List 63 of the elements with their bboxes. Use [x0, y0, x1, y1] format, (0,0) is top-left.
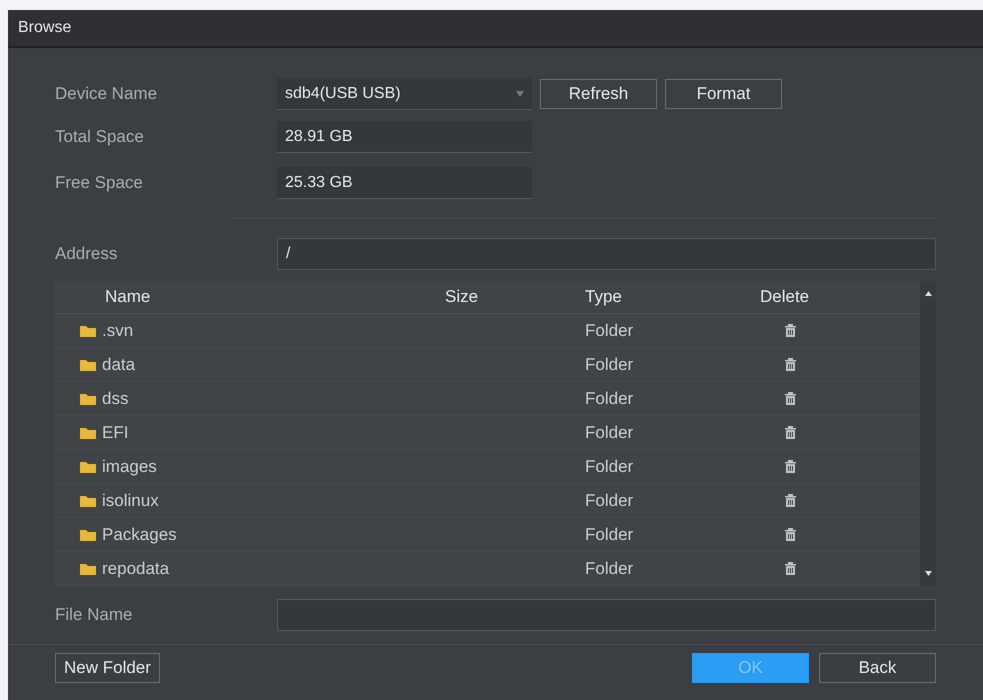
field-label: Free Space [55, 172, 144, 194]
table-row[interactable]: repodata Folder [55, 552, 920, 586]
table-row[interactable]: EFI Folder [55, 416, 920, 450]
folder-icon [80, 392, 96, 404]
trash-icon[interactable] [785, 324, 796, 337]
file-name: isolinux [102, 490, 159, 512]
scroll-down-icon[interactable] [924, 571, 932, 576]
folder-icon [80, 460, 96, 472]
folder-icon [80, 358, 96, 370]
table-row[interactable]: dss Folder [55, 382, 920, 416]
dialog-button[interactable]: New Folder [55, 653, 160, 683]
file-type: Folder [585, 354, 634, 376]
device-button[interactable]: Format [665, 79, 782, 109]
trash-icon[interactable] [785, 358, 796, 371]
field-label: Address [55, 243, 118, 266]
file-name: EFI [102, 422, 128, 444]
window-title: Browse [18, 18, 72, 38]
field-label: Total Space [55, 126, 145, 148]
trash-icon[interactable] [785, 528, 796, 541]
table-row[interactable]: .svn Folder [55, 314, 920, 348]
file-type: Folder [585, 524, 634, 546]
column-header[interactable]: Type [585, 284, 740, 310]
file-name: dss [102, 388, 128, 410]
column-header[interactable]: Delete [740, 284, 920, 310]
scroll-up-icon[interactable] [924, 291, 932, 296]
file-type: Folder [585, 456, 634, 478]
file-name: data [102, 354, 136, 376]
folder-icon [80, 528, 96, 540]
table-row[interactable]: data Folder [55, 348, 920, 382]
caret-icon [516, 90, 524, 96]
field-label: Device Name [55, 83, 158, 106]
file-type: Folder [585, 388, 634, 410]
device-dropdown[interactable]: sdb4(USB USB) [277, 78, 532, 110]
trash-icon[interactable] [785, 494, 796, 507]
folder-icon [80, 562, 96, 574]
file-name: .svn [102, 320, 134, 342]
dialog-button[interactable]: Back [819, 653, 936, 683]
value-field: 28.91 GB [277, 121, 532, 153]
file-type: Folder [585, 422, 634, 444]
file-type: Folder [585, 558, 634, 580]
folder-icon [80, 494, 96, 506]
scrollbar[interactable] [920, 281, 936, 586]
table-row[interactable]: images Folder [55, 450, 920, 484]
column-header[interactable]: Size [445, 284, 585, 310]
file-type: Folder [585, 490, 634, 512]
file-name: images [102, 456, 157, 478]
trash-icon[interactable] [785, 562, 796, 575]
address-field[interactable]: / [277, 238, 936, 270]
table-row[interactable]: Packages Folder [55, 518, 920, 552]
file-name: repodata [102, 558, 170, 580]
folder-icon [80, 426, 96, 438]
trash-icon[interactable] [785, 392, 796, 405]
file-name-field[interactable] [277, 599, 936, 631]
value-field: 25.33 GB [277, 167, 532, 199]
file-type: Folder [585, 320, 634, 342]
column-header[interactable]: Name [55, 284, 445, 310]
folder-icon [80, 324, 96, 336]
trash-icon[interactable] [785, 426, 796, 439]
field-label: File Name [55, 604, 134, 626]
file-name: Packages [102, 524, 177, 546]
trash-icon[interactable] [785, 460, 796, 473]
table-row[interactable]: isolinux Folder [55, 484, 920, 518]
device-button[interactable]: Refresh [540, 79, 657, 109]
